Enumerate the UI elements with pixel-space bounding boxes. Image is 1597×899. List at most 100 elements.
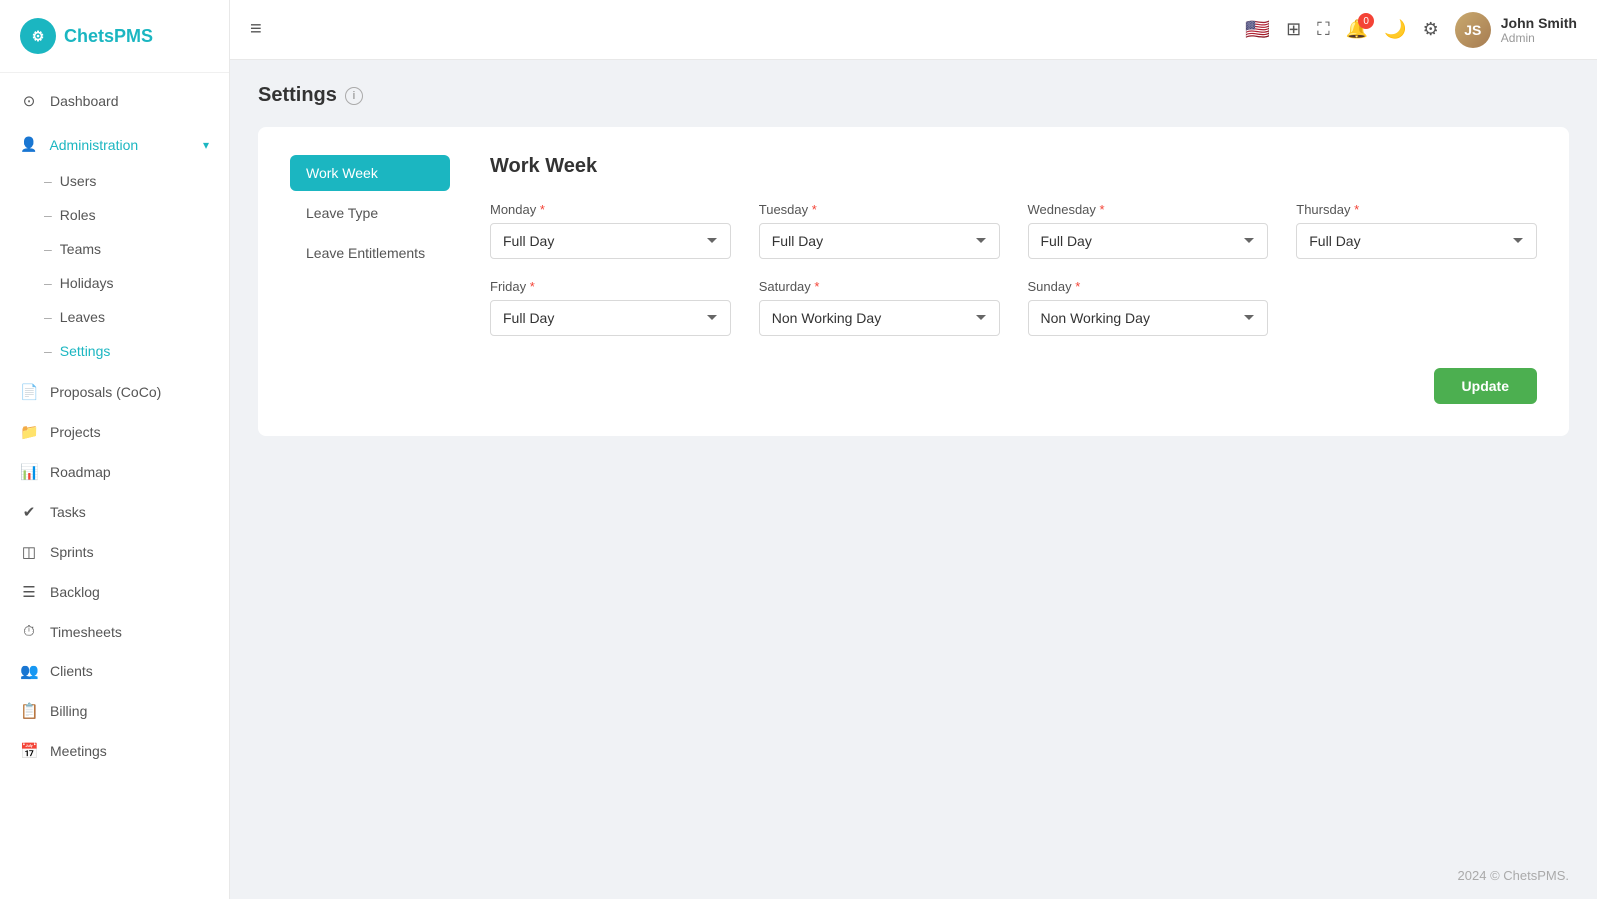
wednesday-field: Wednesday * Full Day Half Day Non Workin… [1028, 202, 1269, 259]
section-title: Work Week [490, 155, 1537, 178]
sidebar-item-holidays[interactable]: Holidays [0, 266, 229, 300]
user-role: Admin [1501, 31, 1577, 45]
proposals-icon: 📄 [20, 383, 38, 401]
sidebar-item-tasks[interactable]: ✔ Tasks [0, 492, 229, 532]
wednesday-select[interactable]: Full Day Half Day Non Working Day [1028, 223, 1269, 259]
sidebar-nav: ⊙ Dashboard 👤 Administration ▾ Users Rol… [0, 73, 229, 899]
sidebar-item-settings[interactable]: Settings [0, 334, 229, 368]
header-right: 🇺🇸 ⊞ ⛶ 🔔 0 🌙 ⚙ JS John Smith Admin [1245, 12, 1577, 48]
timesheets-icon: ⏱ [20, 623, 38, 640]
projects-icon: 📁 [20, 423, 38, 441]
tab-leave-type[interactable]: Leave Type [290, 195, 450, 231]
logo-text: ChetsPMS [64, 26, 153, 47]
sidebar-proposals-label: Proposals (CoCo) [50, 384, 161, 400]
sidebar-item-billing[interactable]: 📋 Billing [0, 691, 229, 731]
day-grid: Monday * Full Day Half Day Non Working D… [490, 202, 1537, 336]
user-name: John Smith [1501, 15, 1577, 31]
tuesday-select[interactable]: Full Day Half Day Non Working Day [759, 223, 1000, 259]
content: Settings i Work Week Leave Type Leave En… [230, 60, 1597, 852]
sidebar-item-proposals[interactable]: 📄 Proposals (CoCo) [0, 372, 229, 412]
info-icon[interactable]: i [345, 87, 363, 105]
required-star: * [814, 279, 819, 294]
sidebar-item-administration[interactable]: 👤 Administration ▾ [0, 125, 229, 164]
tab-leave-entitlements[interactable]: Leave Entitlements [290, 235, 450, 271]
sidebar: ⚙ ChetsPMS ⊙ Dashboard 👤 Administration … [0, 0, 230, 899]
theme-toggle-icon[interactable]: 🌙 [1384, 19, 1406, 40]
sidebar-projects-label: Projects [50, 424, 101, 440]
user-info[interactable]: JS John Smith Admin [1455, 12, 1577, 48]
sidebar-sprints-label: Sprints [50, 544, 94, 560]
user-details: John Smith Admin [1501, 15, 1577, 45]
sidebar-item-label: Dashboard [50, 93, 119, 109]
notification-icon[interactable]: 🔔 0 [1346, 19, 1368, 40]
roadmap-icon: 📊 [20, 463, 38, 481]
sidebar-item-dashboard[interactable]: ⊙ Dashboard [0, 81, 229, 121]
sidebar-item-users[interactable]: Users [0, 164, 229, 198]
update-button[interactable]: Update [1434, 368, 1537, 404]
hamburger-button[interactable]: ≡ [250, 18, 262, 41]
sunday-label: Sunday * [1028, 279, 1269, 294]
chevron-down-icon: ▾ [203, 138, 209, 152]
sidebar-item-timesheets[interactable]: ⏱ Timesheets [0, 612, 229, 651]
monday-label: Monday * [490, 202, 731, 217]
logo-icon: ⚙ [20, 18, 56, 54]
saturday-field: Saturday * Full Day Half Day Non Working… [759, 279, 1000, 336]
settings-card: Work Week Leave Type Leave Entitlements … [258, 127, 1569, 436]
language-flag-icon[interactable]: 🇺🇸 [1245, 17, 1270, 42]
required-star: * [540, 202, 545, 217]
saturday-select[interactable]: Full Day Half Day Non Working Day [759, 300, 1000, 336]
sidebar-meetings-label: Meetings [50, 743, 107, 759]
sidebar-backlog-label: Backlog [50, 584, 100, 600]
thursday-label: Thursday * [1296, 202, 1537, 217]
monday-select[interactable]: Full Day Half Day Non Working Day [490, 223, 731, 259]
fullscreen-icon[interactable]: ⛶ [1317, 19, 1330, 40]
logo[interactable]: ⚙ ChetsPMS [0, 0, 229, 73]
wednesday-label: Wednesday * [1028, 202, 1269, 217]
billing-icon: 📋 [20, 702, 38, 720]
tuesday-label: Tuesday * [759, 202, 1000, 217]
sidebar-item-roles[interactable]: Roles [0, 198, 229, 232]
header: ≡ 🇺🇸 ⊞ ⛶ 🔔 0 🌙 ⚙ JS John Smith Admin [230, 0, 1597, 60]
thursday-select[interactable]: Full Day Half Day Non Working Day [1296, 223, 1537, 259]
sidebar-roadmap-label: Roadmap [50, 464, 111, 480]
friday-select[interactable]: Full Day Half Day Non Working Day [490, 300, 731, 336]
apps-icon[interactable]: ⊞ [1286, 19, 1301, 40]
sidebar-item-backlog[interactable]: ☰ Backlog [0, 572, 229, 612]
required-star: * [1100, 202, 1105, 217]
notification-badge: 0 [1358, 13, 1374, 29]
sidebar-clients-label: Clients [50, 663, 93, 679]
friday-label: Friday * [490, 279, 731, 294]
tasks-icon: ✔ [20, 503, 38, 521]
settings-icon[interactable]: ⚙ [1423, 19, 1439, 40]
sidebar-item-leaves[interactable]: Leaves [0, 300, 229, 334]
sidebar-item-projects[interactable]: 📁 Projects [0, 412, 229, 452]
sidebar-item-meetings[interactable]: 📅 Meetings [0, 731, 229, 771]
settings-content: Work Week Monday * Full Day Half Day Non… [490, 155, 1537, 404]
sunday-select[interactable]: Full Day Half Day Non Working Day [1028, 300, 1269, 336]
admin-children: Users Roles Teams Holidays Leaves Settin… [0, 164, 229, 368]
required-star: * [1354, 202, 1359, 217]
sidebar-admin-label: Administration [49, 137, 138, 153]
meetings-icon: 📅 [20, 742, 38, 760]
avatar: JS [1455, 12, 1491, 48]
clients-icon: 👥 [20, 662, 38, 680]
sidebar-timesheets-label: Timesheets [50, 624, 122, 640]
sidebar-item-sprints[interactable]: ◫ Sprints [0, 532, 229, 572]
administration-icon: 👤 [20, 136, 37, 153]
dashboard-icon: ⊙ [20, 92, 38, 110]
sidebar-item-roadmap[interactable]: 📊 Roadmap [0, 452, 229, 492]
friday-field: Friday * Full Day Half Day Non Working D… [490, 279, 731, 336]
main-area: ≡ 🇺🇸 ⊞ ⛶ 🔔 0 🌙 ⚙ JS John Smith Admin Set… [230, 0, 1597, 899]
sidebar-billing-label: Billing [50, 703, 87, 719]
sprints-icon: ◫ [20, 543, 38, 561]
page-title-text: Settings [258, 84, 337, 107]
tab-work-week[interactable]: Work Week [290, 155, 450, 191]
sidebar-tasks-label: Tasks [50, 504, 86, 520]
saturday-label: Saturday * [759, 279, 1000, 294]
footer-text: 2024 © ChetsPMS. [1458, 868, 1569, 883]
backlog-icon: ☰ [20, 583, 38, 601]
sidebar-item-clients[interactable]: 👥 Clients [0, 651, 229, 691]
sidebar-item-teams[interactable]: Teams [0, 232, 229, 266]
monday-field: Monday * Full Day Half Day Non Working D… [490, 202, 731, 259]
settings-tabs: Work Week Leave Type Leave Entitlements [290, 155, 450, 404]
